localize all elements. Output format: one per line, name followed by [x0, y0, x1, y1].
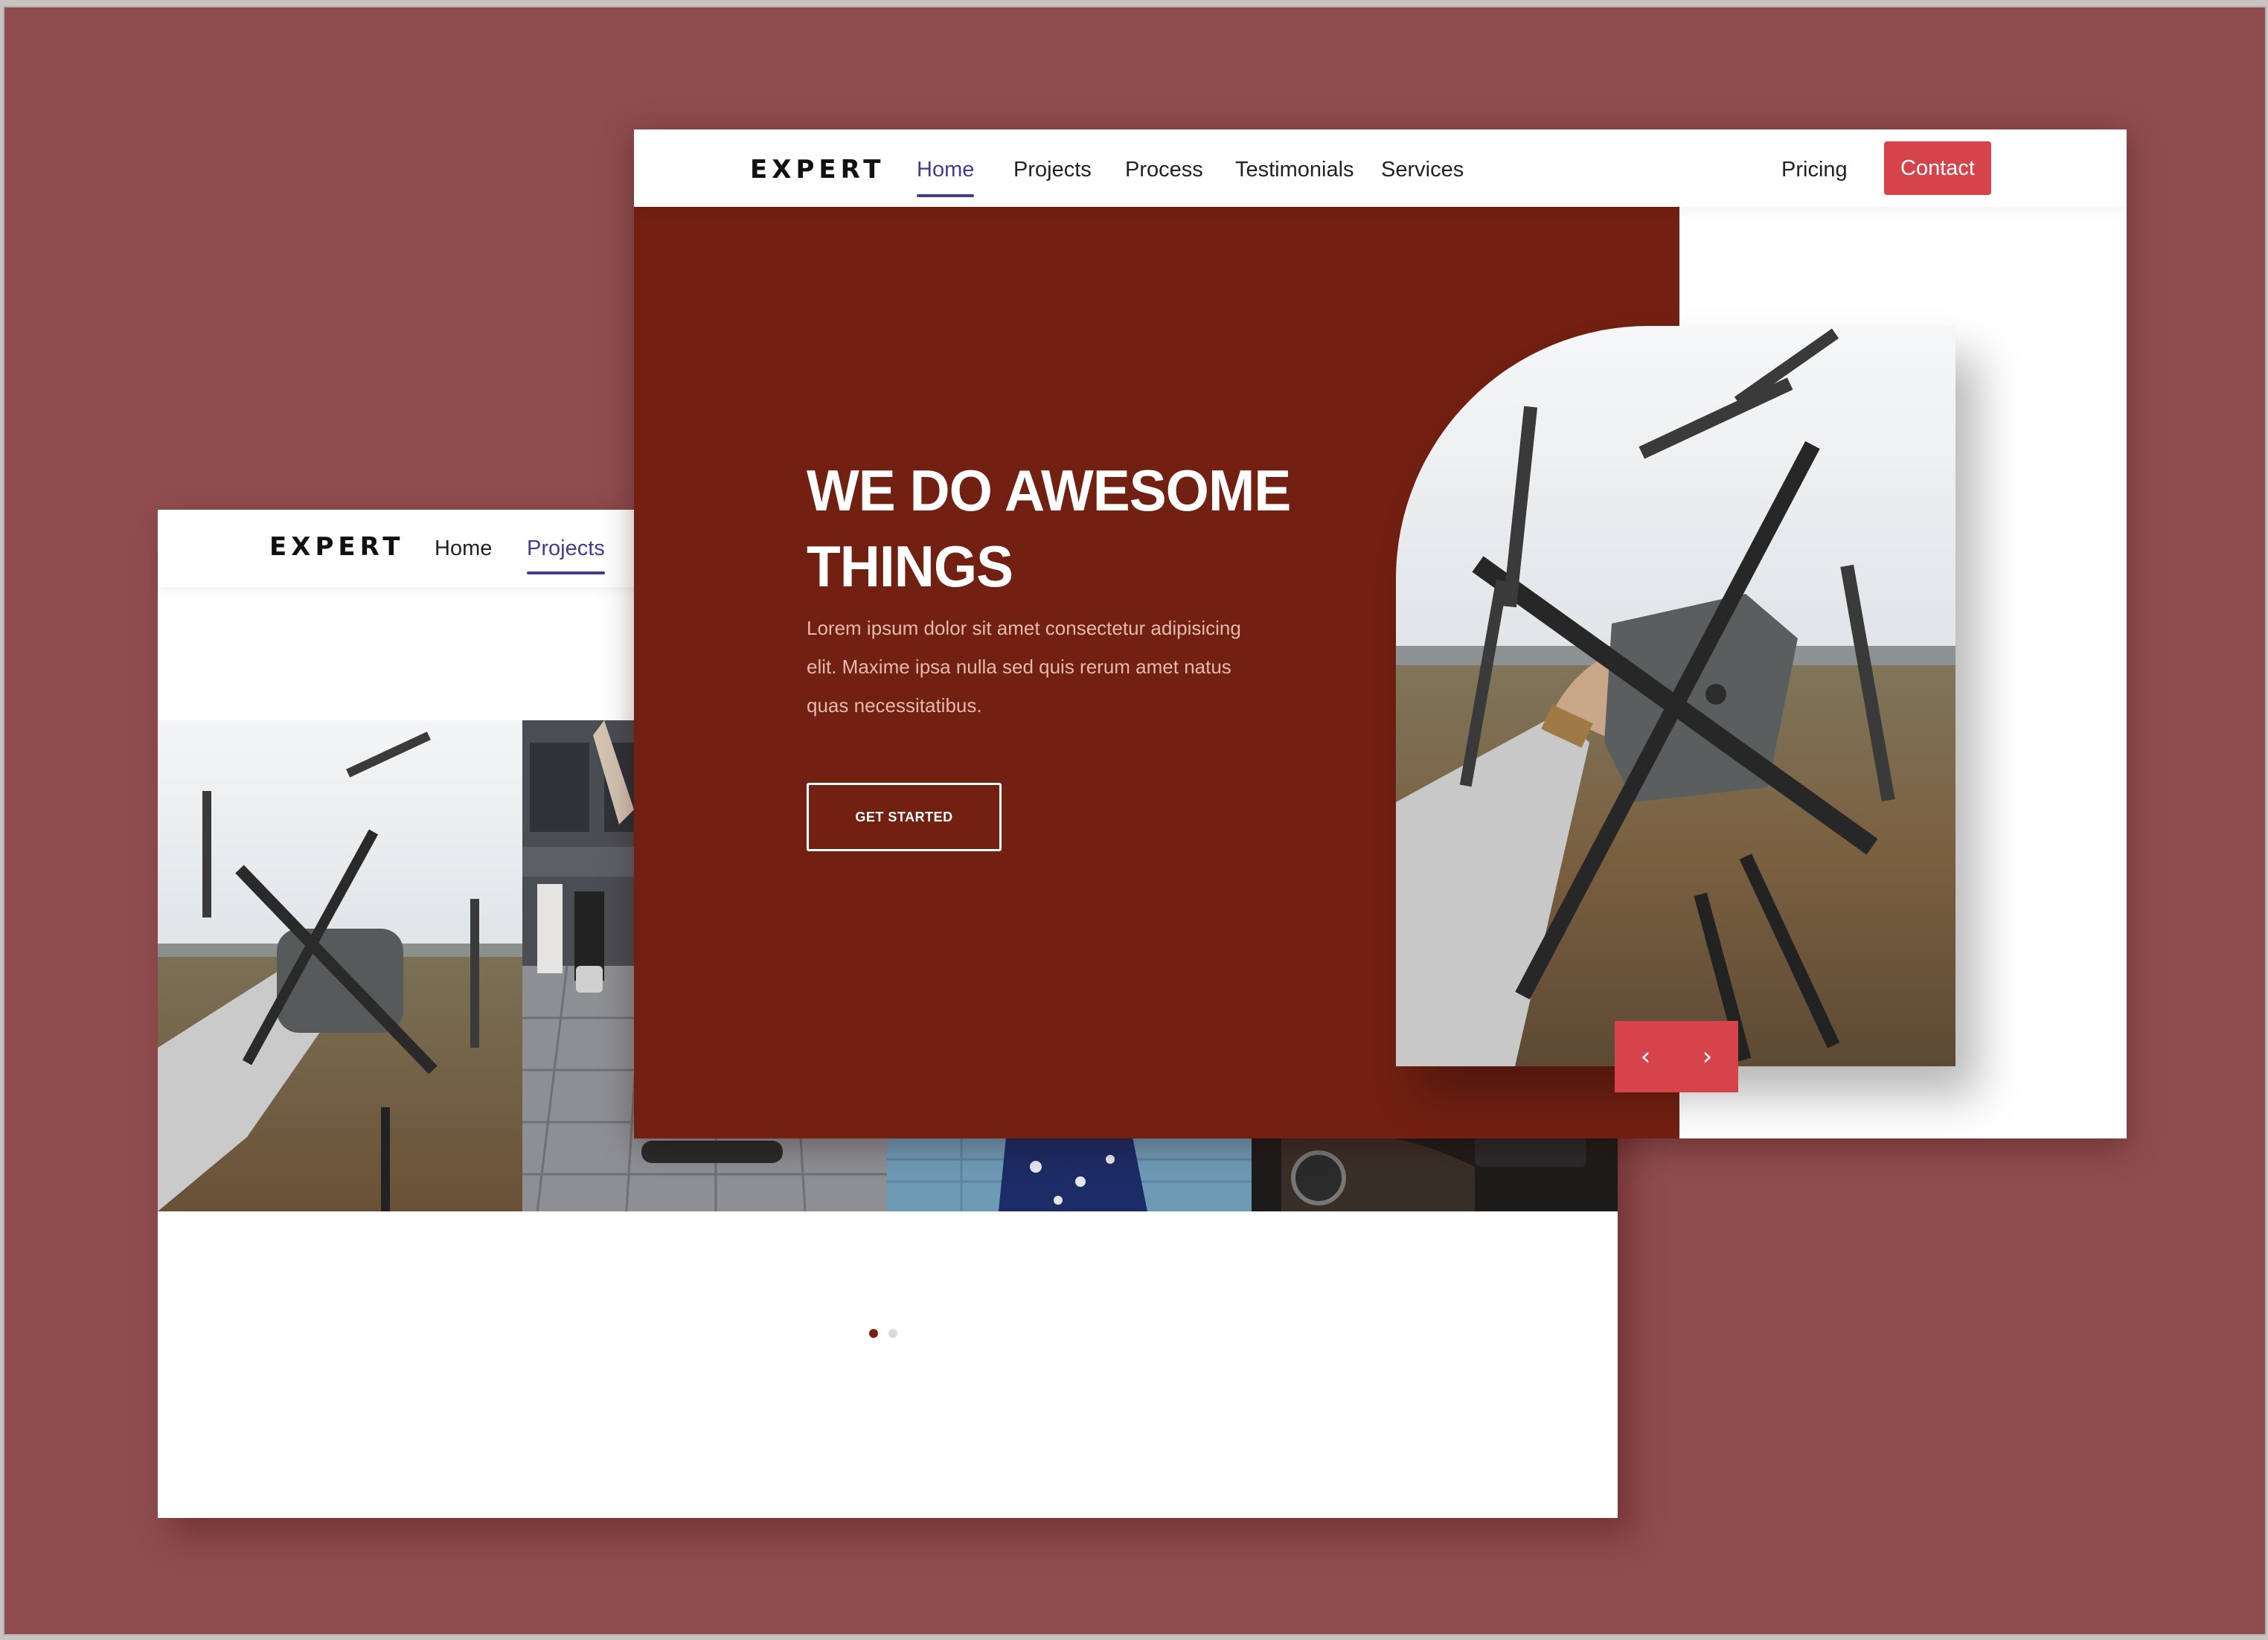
hero-description: Lorem ipsum dolor sit amet consectetur a…: [807, 609, 1246, 725]
drone-photo-small: [158, 720, 522, 1211]
drone-photo: [1396, 326, 1955, 1066]
nav-home[interactable]: Home: [917, 158, 975, 197]
pagination-dot[interactable]: [888, 1329, 897, 1338]
hero-title-line-1: WE DO AWESOME: [807, 458, 1291, 523]
hero-title: WE DO AWESOME THINGS: [807, 452, 1307, 604]
chevron-left-icon[interactable]: ‹: [1615, 1021, 1676, 1092]
hero-text-line-2: elit. Maxime ipsa nulla sed quis rerum a…: [807, 656, 1231, 678]
site-logo[interactable]: EXPERT: [750, 155, 885, 185]
nav-testimonials[interactable]: Testimonials: [1235, 158, 1354, 182]
gallery-pagination: [869, 1328, 908, 1342]
chevron-right-icon[interactable]: ›: [1676, 1021, 1738, 1092]
nav-pricing[interactable]: Pricing: [1781, 158, 1848, 182]
nav-services[interactable]: Services: [1381, 158, 1464, 182]
slider-controls: ‹ ›: [1615, 1021, 1738, 1092]
hero-title-line-2: THINGS: [807, 534, 1013, 599]
hero-text-line-3: quas necessitatibus.: [807, 694, 982, 717]
main-navbar: EXPERT Home Projects Process Testimonial…: [634, 129, 2127, 207]
back-logo[interactable]: EXPERT: [269, 532, 404, 562]
back-nav-projects[interactable]: Projects: [527, 536, 605, 574]
pagination-dot-active[interactable]: [869, 1329, 878, 1338]
gallery-tile-drone[interactable]: [158, 720, 522, 1211]
hero-text-line-1: Lorem ipsum dolor sit amet consectetur a…: [807, 617, 1241, 639]
presentation-backdrop: EXPERT Home Projects EXPERT Home Project…: [3, 6, 2267, 1636]
back-nav-home[interactable]: Home: [435, 536, 492, 561]
get-started-button[interactable]: GET STARTED: [807, 783, 1002, 851]
home-page-preview: EXPERT Home Projects Process Testimonial…: [634, 129, 2127, 1138]
nav-projects[interactable]: Projects: [1013, 158, 1092, 182]
hero-drone-image: [1396, 326, 1955, 1066]
nav-process[interactable]: Process: [1125, 158, 1203, 182]
contact-button[interactable]: Contact: [1884, 141, 1991, 195]
